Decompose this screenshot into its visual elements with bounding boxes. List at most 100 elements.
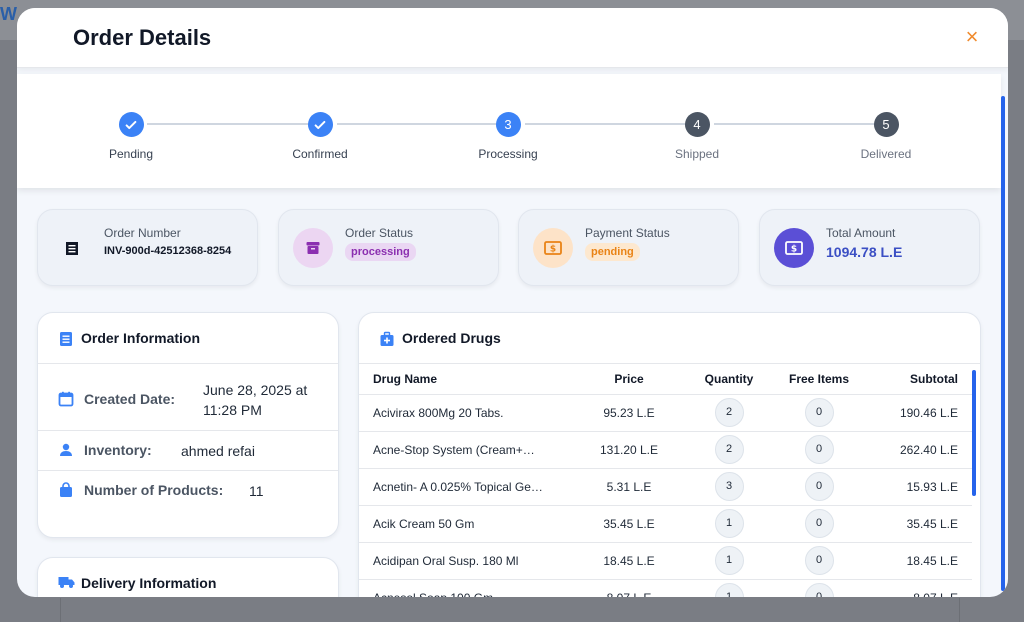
order-status-card: Order Status processing — [278, 209, 499, 286]
products-label: Number of Products: — [84, 482, 224, 498]
svg-text:$: $ — [791, 245, 797, 255]
drug-name-cell: Acnetin- A 0.025% Topical Ge… — [359, 468, 569, 506]
created-date-row: Created Date: June 28, 2025 at 11:28 PM — [38, 364, 338, 431]
panel-title: Ordered Drugs — [402, 330, 501, 346]
panel-title: Order Information — [81, 330, 201, 346]
drug-name-cell: Acivirax 800Mg 20 Tabs. — [359, 394, 569, 432]
price-cell: 8.07 L.E — [569, 579, 689, 597]
column-header-free-items[interactable]: Free Items — [769, 364, 869, 395]
quantity-badge: 2 — [714, 435, 744, 464]
modal-title: Order Details — [73, 25, 212, 50]
drug-name-cell: Acidipan Oral Susp. 180 Ml — [359, 542, 569, 580]
panel-header: Order Information — [38, 313, 338, 364]
payment-status-badge: pending — [585, 243, 640, 261]
ordered-drugs-panel: Ordered Drugs Drug Name Price Quantity F… — [358, 312, 981, 597]
step-processing: 3 Processing — [448, 112, 568, 161]
subtotal-cell: 15.93 L.E — [869, 468, 972, 506]
order-number-value: INV-900d-42512368-8254 — [104, 245, 232, 257]
table-scrollbar[interactable] — [972, 370, 976, 496]
free-items-badge: 0 — [804, 398, 834, 427]
step-pending: Pending — [71, 112, 191, 161]
order-status-badge: processing — [345, 243, 416, 261]
free-items-badge: 0 — [804, 546, 834, 575]
column-header-subtotal[interactable]: Subtotal — [869, 364, 972, 395]
step-shipped: 4 Shipped — [637, 112, 757, 161]
column-header-price[interactable]: Price — [569, 364, 689, 395]
inventory-row: Inventory: ahmed refai — [38, 431, 338, 471]
created-date-line1: June 28, 2025 at — [203, 382, 308, 398]
free-items-badge: 0 — [804, 509, 834, 538]
free-items-badge: 0 — [804, 435, 834, 464]
step-label: Processing — [478, 147, 538, 161]
total-amount-label: Total Amount — [826, 226, 896, 240]
panel-header: Ordered Drugs — [359, 313, 980, 364]
subtotal-cell: 190.46 L.E — [869, 394, 972, 432]
table-row: Acne-Stop System (Cream+… 131.20 L.E 2 0… — [359, 431, 972, 469]
list-icon — [58, 331, 74, 347]
receipt-icon — [52, 228, 92, 268]
background-content — [60, 598, 960, 622]
table-row: Acik Cream 50 Gm 35.45 L.E 1 0 35.45 L.E — [359, 505, 972, 543]
shopping-bag-icon — [58, 482, 74, 498]
quantity-badge: 3 — [714, 472, 744, 501]
total-amount-value: 1094.78 L.E — [826, 244, 903, 260]
ordered-drugs-table: Drug Name Price Quantity Free Items Subt… — [359, 364, 972, 597]
user-icon — [58, 442, 74, 458]
price-cell: 95.23 L.E — [569, 394, 689, 432]
money-icon: $ — [533, 228, 573, 268]
free-items-badge: 0 — [804, 583, 834, 597]
step-label: Confirmed — [292, 147, 348, 161]
subtotal-cell: 18.45 L.E — [869, 542, 972, 580]
free-items-badge: 0 — [804, 472, 834, 501]
order-number-card: Order Number INV-900d-42512368-8254 — [37, 209, 258, 286]
order-status-label: Order Status — [345, 226, 414, 240]
order-information-panel: Order Information Created Date: June 28,… — [37, 312, 339, 538]
step-number: 3 — [495, 112, 521, 137]
modal-header: Order Details × — [17, 8, 1008, 68]
products-row: Number of Products: 11 — [38, 471, 338, 511]
check-icon — [118, 112, 144, 137]
created-date-value: June 28, 2025 at 11:28 PM — [203, 380, 307, 420]
step-number: 5 — [873, 112, 899, 137]
close-button[interactable]: × — [961, 24, 983, 50]
archive-box-icon — [293, 228, 333, 268]
drug-name-cell: Acne-Stop System (Cream+… — [359, 431, 569, 469]
payment-status-card: $ Payment Status pending — [518, 209, 739, 286]
price-cell: 131.20 L.E — [569, 431, 689, 469]
order-progress-stepper: Pending Confirmed 3 Processing 4 Shipped… — [17, 74, 1001, 188]
modal-scrollbar[interactable] — [1001, 96, 1005, 591]
table-row: Acnesol Soap 100 Gm 8.07 L.E 1 0 8.07 L.… — [359, 579, 972, 597]
drug-name-cell: Acik Cream 50 Gm — [359, 505, 569, 543]
price-cell: 18.45 L.E — [569, 542, 689, 580]
column-header-quantity[interactable]: Quantity — [689, 364, 769, 395]
quantity-badge: 1 — [714, 509, 744, 538]
medical-kit-icon — [379, 331, 395, 347]
created-date-line2: 11:28 PM — [203, 402, 262, 418]
step-label: Shipped — [674, 147, 720, 161]
step-confirmed: Confirmed — [260, 112, 380, 161]
total-amount-card: $ Total Amount 1094.78 L.E — [759, 209, 980, 286]
step-number: 4 — [684, 112, 710, 137]
created-date-label: Created Date: — [84, 391, 176, 407]
step-delivered: 5 Delivered — [826, 112, 946, 161]
background-logo: W — [0, 4, 17, 24]
money-icon: $ — [774, 228, 814, 268]
table-row: Acidipan Oral Susp. 180 Ml 18.45 L.E 1 0… — [359, 542, 972, 580]
price-cell: 5.31 L.E — [569, 468, 689, 506]
table-header-row: Drug Name Price Quantity Free Items Subt… — [359, 364, 972, 395]
quantity-badge: 1 — [714, 546, 744, 575]
table-row: Acnetin- A 0.025% Topical Ge… 5.31 L.E 3… — [359, 468, 972, 506]
check-icon — [307, 112, 333, 137]
quantity-badge: 2 — [714, 398, 744, 427]
subtotal-cell: 35.45 L.E — [869, 505, 972, 543]
panel-title: Delivery Information — [81, 575, 217, 591]
calendar-icon — [58, 391, 74, 407]
subtotal-cell: 262.40 L.E — [869, 431, 972, 469]
products-value: 11 — [249, 483, 264, 499]
step-label: Pending — [108, 147, 154, 161]
payment-status-label: Payment Status — [585, 226, 670, 240]
drug-name-cell: Acnesol Soap 100 Gm — [359, 579, 569, 597]
column-header-drug-name[interactable]: Drug Name — [359, 364, 569, 395]
truck-icon — [58, 575, 75, 591]
quantity-badge: 1 — [714, 583, 744, 597]
